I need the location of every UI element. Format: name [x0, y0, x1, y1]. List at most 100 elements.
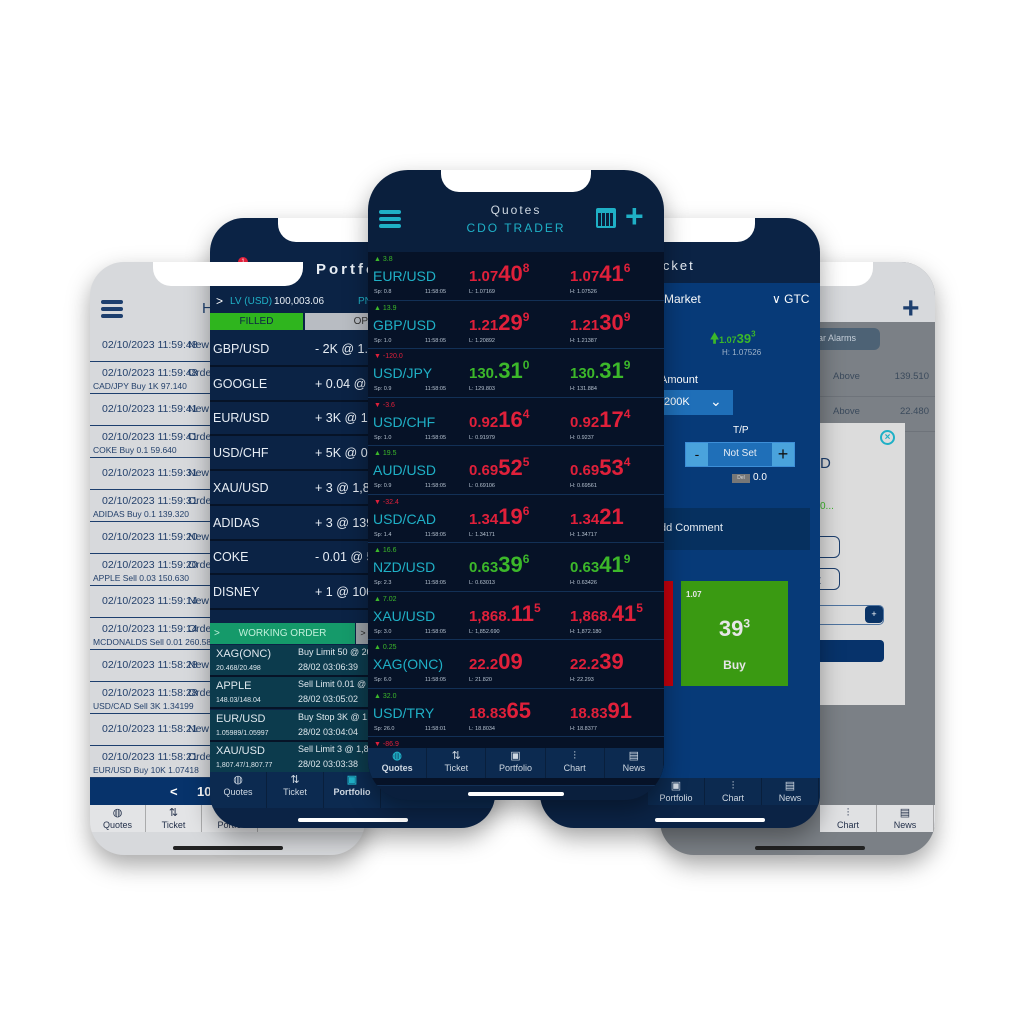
tab-news[interactable]: ▤ News	[605, 748, 664, 778]
modal-title: D	[820, 455, 831, 472]
add-icon[interactable]: +	[902, 292, 920, 326]
bid-price[interactable]: 0.63396	[469, 552, 529, 578]
ask-price[interactable]: 22.239	[570, 649, 624, 675]
buy-button[interactable]: 1.07 393 Buy	[681, 581, 788, 686]
globe-icon: ◍	[392, 750, 402, 762]
bid-price[interactable]: 1.21299	[469, 310, 529, 336]
increment-button[interactable]: +	[865, 606, 883, 623]
arrow-down-icon: ▼	[374, 741, 381, 748]
chart-icon: ⫶	[573, 750, 577, 762]
order-prices: 1.05989/1.05997	[216, 729, 269, 737]
high-price: H: 1.21387	[570, 337, 597, 344]
delete-button[interactable]: Del	[732, 474, 750, 483]
quote-time: 11:58:05	[425, 386, 447, 392]
tab-filled[interactable]: FILLED	[210, 313, 303, 330]
row-time: 02/10/2023 11:59:31	[102, 495, 198, 507]
tab-ticket[interactable]: ⇅ Ticket	[427, 748, 487, 778]
arrow-up-icon: ▲	[374, 450, 381, 457]
pair-name: USD/JPY	[373, 365, 433, 381]
app-name: CDO TRADER	[466, 221, 566, 235]
bid-price[interactable]: 1,868.115	[469, 601, 541, 627]
pair-name: USD/TRY	[373, 704, 435, 721]
tp-value: Not Set	[723, 448, 757, 459]
validity-select[interactable]: ∨ GTC	[772, 292, 809, 306]
calendar-icon[interactable]	[596, 208, 616, 228]
row-time: 02/10/2023 11:59:14	[102, 595, 198, 607]
tab-portfolio[interactable]: ▣ Portfolio	[486, 748, 546, 778]
ask-price[interactable]: 130.319	[570, 358, 630, 384]
bid-price[interactable]: 22.209	[469, 649, 523, 675]
tp-stepper[interactable]: - Not Set +	[685, 442, 795, 467]
ask-price[interactable]: 0.69534	[570, 455, 630, 481]
row-time: 02/10/2023 11:58:21	[102, 751, 198, 763]
tab-label: Chart	[721, 793, 744, 803]
amount-dropdown[interactable]: 200K ⌄	[658, 390, 733, 415]
quote-row[interactable]: ▲ 3.8 EUR/USD Sp: 0.8 11:58:05 1.07408 L…	[368, 252, 664, 301]
add-icon[interactable]: +	[625, 198, 644, 235]
quote-row[interactable]: ▲ 32.0 USD/TRY Sp: 26.0 11:58:01 18.8365…	[368, 688, 664, 737]
ask-price[interactable]: 1.3421	[570, 504, 624, 530]
order-type-select[interactable]: Market	[664, 292, 701, 306]
tab-chart[interactable]: ⫶ Chart	[820, 805, 877, 832]
chart-icon: ⫶	[846, 807, 850, 819]
prev-page-button[interactable]: <	[170, 784, 178, 799]
pair-name: AUD/USD	[373, 462, 437, 478]
high-price: H: 0.9237	[570, 434, 594, 441]
ask-price[interactable]: 0.63419	[570, 552, 630, 578]
spread: Sp: 3.0	[374, 628, 392, 635]
quote-row[interactable]: ▲ 16.6 NZD/USD Sp: 2.3 11:58:05 0.63396 …	[368, 543, 664, 592]
tab-label: News	[778, 793, 802, 803]
ask-price[interactable]: 18.8391	[570, 698, 632, 724]
high-price: H: 22.293	[570, 677, 594, 683]
tab-label: Portfolio	[659, 793, 693, 803]
ask-price[interactable]: 1.21309	[570, 310, 630, 336]
bid-price[interactable]: 1.34196	[469, 504, 529, 530]
tab-news[interactable]: ▤ News	[877, 805, 934, 832]
change-value: 32.0	[382, 692, 397, 700]
bid-price[interactable]: 0.92164	[469, 407, 529, 433]
quote-row[interactable]: ▼ -120.0 USD/JPY Sp: 0.9 11:58:05 130.31…	[368, 349, 664, 398]
low-price: L: 18.8034	[469, 725, 495, 732]
ask-price[interactable]: 1.07416	[570, 261, 630, 287]
tab-quotes[interactable]: ◍ Quotes	[368, 748, 428, 778]
bid-price[interactable]: 0.69525	[469, 455, 529, 481]
decrement-button[interactable]: -	[686, 443, 708, 466]
increment-button[interactable]: +	[772, 443, 794, 466]
low-price: L: 0.69106	[469, 483, 495, 489]
spread: Sp: 6.0	[374, 677, 392, 683]
order-time: 28/02 03:03:38	[298, 758, 359, 769]
quote-row[interactable]: ▲ 13.9 GBP/USD Sp: 1.0 11:58:05 1.21299 …	[368, 300, 664, 349]
high-price: H: 1.34717	[570, 531, 597, 538]
expand-icon[interactable]: >	[216, 294, 223, 308]
menu-icon[interactable]	[101, 300, 123, 318]
working-order-header[interactable]: > WORKING ORDER	[210, 623, 355, 644]
close-icon[interactable]: ×	[880, 430, 895, 445]
high-price: H: 1.07526	[722, 348, 762, 357]
quote-row[interactable]: ▲ 19.5 AUD/USD Sp: 0.9 11:58:05 0.69525 …	[368, 446, 664, 495]
bid-price[interactable]: 18.8365	[469, 698, 531, 724]
bid-price[interactable]: 130.310	[469, 358, 529, 384]
tab-chart[interactable]: ⫶ Chart	[705, 778, 762, 805]
tab-label: Portfolio	[498, 763, 532, 773]
tab-ticket[interactable]: ⇅ Ticket	[146, 805, 202, 832]
quote-row[interactable]: ▲ 7.02 XAU/USD Sp: 3.0 11:58:05 1,868.11…	[368, 591, 664, 640]
page-title: Quotes	[490, 203, 542, 217]
quote-row[interactable]: ▼ -32.4 USD/CAD Sp: 1.4 11:58:05 1.34196…	[368, 494, 664, 543]
quote-row[interactable]: ▼ -3.6 USD/CHF Sp: 1.0 11:58:05 0.92164 …	[368, 397, 664, 446]
change-value: 3.8	[382, 256, 393, 263]
tab-quotes[interactable]: ◍ Quotes	[210, 772, 267, 808]
high-price: H: 131.884	[570, 386, 597, 392]
home-indicator	[755, 846, 865, 850]
ask-price[interactable]: 1,868.415	[570, 601, 643, 627]
quote-row[interactable]: ▲ 0.25 XAG(ONC) Sp: 6.0 11:58:05 22.209 …	[368, 640, 664, 689]
tab-chart[interactable]: ⫶ Chart	[546, 748, 605, 778]
swap-icon: ⇅	[168, 807, 179, 819]
tab-quotes[interactable]: ◍ Quotes	[90, 805, 146, 832]
bid-price[interactable]: 1.07408	[469, 261, 529, 287]
ask-price[interactable]: 0.92174	[570, 407, 630, 433]
add-comment-button[interactable]: dd Comment	[655, 508, 810, 550]
del-value: 0.0	[753, 472, 767, 483]
tab-news[interactable]: ▤ News	[762, 778, 819, 805]
tab-ticket[interactable]: ⇅ Ticket	[267, 772, 324, 808]
tab-label: Quotes	[381, 763, 413, 773]
